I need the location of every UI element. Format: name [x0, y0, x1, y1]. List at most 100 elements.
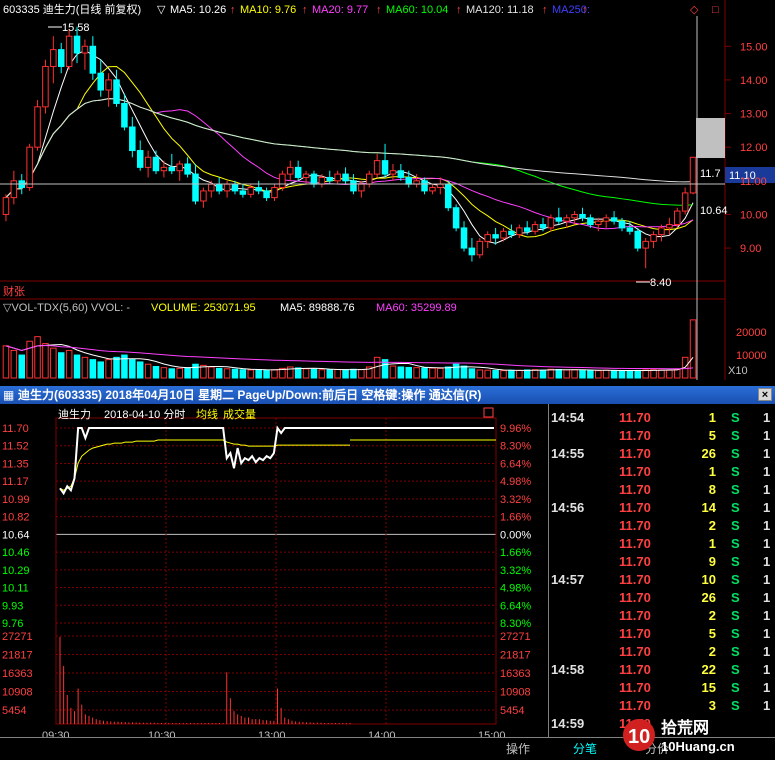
trade-side: S	[731, 626, 740, 641]
volume-bar	[97, 361, 104, 379]
volume-bar	[342, 369, 349, 379]
trade-vol: 2	[708, 644, 716, 659]
volume-bar	[618, 370, 626, 379]
price-tick-label: 15.00	[740, 41, 768, 53]
volume-bar	[595, 370, 602, 379]
candle-body	[10, 180, 18, 199]
intraday-chart[interactable]: 11.70 9.96% 11.52 8.30% 11.35 6.64% 11.17 4.98%…	[0, 404, 548, 745]
candle-body	[539, 224, 547, 229]
intra-price-label: 9.76	[2, 618, 23, 630]
trade-ticks-list[interactable]: 14:54 11.70 1 S 1 11.70 5 S 1 14:55 11.70 26 S 1 11.70…	[548, 404, 775, 741]
arrow-icon: ↑	[542, 4, 548, 16]
intra-vol-label-right: 27271	[500, 631, 531, 643]
intra-title: 迪生力	[58, 407, 91, 421]
trade-row: 11.70 15 S 1	[549, 680, 775, 698]
trade-row: 14:55 11.70 26 S 1	[549, 446, 775, 464]
price-tick-label: 14.00	[740, 75, 768, 87]
annot-low: 8.40	[650, 277, 671, 289]
trade-side: S	[731, 482, 740, 497]
candle-body	[294, 166, 302, 178]
trade-side: S	[731, 464, 740, 479]
collapse-icon[interactable]: ◇	[690, 4, 699, 16]
intra-legend-avg: 均线	[196, 407, 218, 421]
candle-body	[389, 170, 397, 175]
intra-vol-label-right: 5454	[500, 705, 524, 717]
volume-bar	[492, 369, 499, 379]
volume-bar	[105, 359, 112, 379]
candle-body	[484, 234, 491, 242]
candle-body	[65, 35, 73, 67]
candle-body	[231, 183, 239, 192]
trade-vol: 1	[708, 464, 716, 479]
tab-ops[interactable]: 操作	[506, 740, 530, 758]
volume-bar	[437, 367, 444, 379]
trade-row: 11.70 5 S 1	[549, 626, 775, 644]
candle-body	[239, 190, 247, 195]
candle-body	[689, 156, 697, 194]
volume-bar	[263, 369, 270, 379]
volume-bar	[571, 369, 578, 379]
volume-bar	[563, 369, 570, 379]
volume-bar	[318, 369, 326, 379]
candle-body	[247, 187, 255, 195]
volume-bar	[476, 369, 484, 379]
candle-body	[176, 163, 183, 172]
close-button[interactable]: ×	[758, 388, 772, 401]
intra-price-label: 11.17	[2, 476, 29, 488]
trade-n: 1	[763, 662, 771, 677]
legend-toggle-icon[interactable]: ▽	[157, 4, 166, 16]
candle-body	[658, 227, 665, 236]
candle-body	[460, 227, 468, 249]
intra-pct-label: 8.30%	[500, 441, 531, 453]
intra-price-label: 10.64	[2, 529, 30, 541]
ma-legend-item: MA60: 10.04	[386, 4, 448, 16]
annot-high: 15.58	[62, 22, 90, 34]
tab-fenbi[interactable]: 分笔	[573, 740, 597, 758]
intra-price-label: 10.11	[2, 583, 29, 595]
trade-n: 1	[763, 500, 771, 515]
volume-bar	[405, 366, 412, 379]
volume-bar	[57, 352, 65, 379]
candle-body	[587, 217, 594, 226]
popup-title-bar[interactable]: ▦ 迪生力(603335) 2018年04月10日 星期二 PageUp/Dow…	[0, 386, 775, 404]
trade-price: 11.70	[619, 626, 651, 641]
candle-body	[279, 173, 286, 189]
intra-price-label: 10.29	[2, 565, 30, 577]
svg-text:10: 10	[628, 726, 650, 748]
trade-vol: 14	[701, 500, 716, 515]
volume-bar	[531, 369, 539, 379]
volume-bar	[168, 368, 176, 379]
intra-vol-label-right: 21817	[500, 650, 531, 662]
candle-body	[571, 213, 578, 219]
restore-icon[interactable]: □	[712, 4, 719, 16]
candle-body	[437, 183, 444, 189]
candle-body	[302, 173, 310, 178]
intraday-popup[interactable]: ▦ 迪生力(603335) 2018年04月10日 星期二 PageUp/Dow…	[0, 386, 775, 760]
volume-bar	[334, 369, 341, 379]
volume-bar	[89, 359, 97, 379]
caizhang-label[interactable]: 财张	[3, 284, 25, 298]
volume-bar	[42, 343, 49, 379]
candle-body	[602, 217, 610, 222]
candle-body	[2, 197, 10, 215]
volume-bar	[113, 356, 120, 379]
candle-body	[547, 217, 555, 229]
trade-time: 14:57	[551, 572, 585, 587]
trade-time: 14:59	[551, 716, 585, 731]
intra-pct-label: 6.64%	[500, 458, 531, 470]
candle-body	[42, 65, 49, 108]
trade-side: S	[731, 500, 740, 515]
candle-body	[681, 192, 689, 212]
volume-bar	[73, 354, 81, 379]
trade-price: 11.70	[619, 536, 651, 551]
trade-vol: 15	[701, 680, 716, 695]
volume-bar	[523, 369, 531, 379]
volume-bar	[429, 367, 436, 379]
watermark-big: 拾荒网	[661, 718, 709, 737]
kline-panel[interactable]: 11.10 11.7 10.64 15.58 8.40 15.0014.0013…	[0, 0, 775, 386]
trade-side: S	[731, 428, 740, 443]
volume-bar	[239, 369, 247, 379]
volume-bar	[673, 368, 681, 379]
volume-bar	[152, 366, 160, 379]
trade-n: 1	[763, 482, 771, 497]
